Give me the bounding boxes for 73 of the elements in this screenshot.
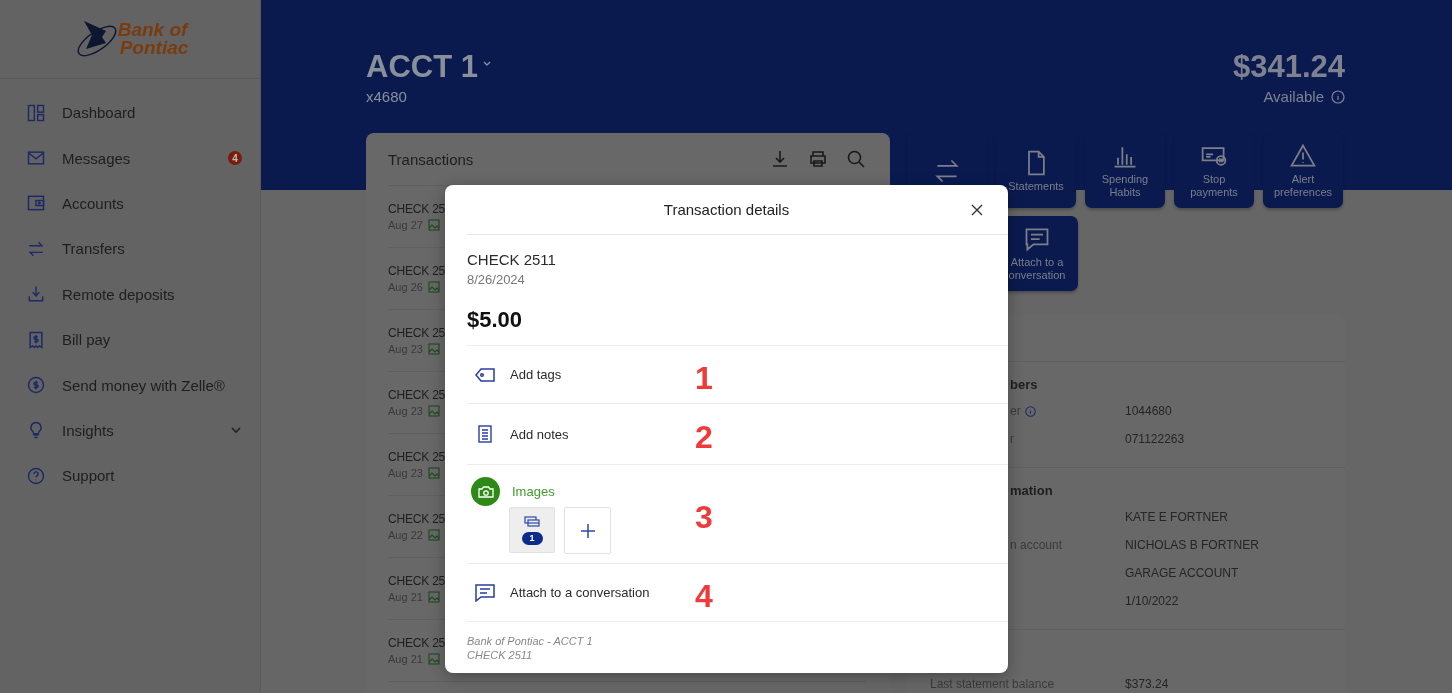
search-icon[interactable] [846, 149, 866, 169]
transaction-description[interactable]: CHECK 25 [388, 574, 446, 588]
account-number: x4680 [366, 88, 408, 105]
annotation-number: 3 [695, 500, 713, 535]
sidebar-item[interactable]: Bill pay [0, 316, 260, 363]
sidebar-item[interactable]: Send money with Zelle® [0, 362, 260, 408]
chat-icon [474, 583, 496, 602]
transaction-description[interactable]: CHECK 25 [388, 202, 446, 216]
footer-text: CHECK 2511 [467, 648, 533, 662]
sidebar-item[interactable]: Transfers [0, 226, 260, 272]
count-badge: 4 [228, 151, 242, 166]
spending-action-button[interactable]: Spending Habits [1085, 133, 1165, 208]
stacked-cards-icon [524, 515, 540, 528]
transaction-description[interactable]: CHECK 25 [388, 326, 446, 340]
transaction-description[interactable]: CHECK 25 [388, 388, 446, 402]
info-icon[interactable] [1331, 89, 1345, 104]
download-icon[interactable] [770, 149, 790, 169]
account-name[interactable]: ACCT 1 [366, 50, 478, 84]
dollar-circle-icon [26, 375, 46, 396]
annotation-number: 4 [695, 578, 713, 613]
dashboard-icon [26, 102, 46, 123]
balance-label: Available [1263, 88, 1324, 105]
receipt-icon [26, 329, 46, 350]
field-value: NICHOLAS B FORTNER [1125, 538, 1259, 552]
alert-action-button[interactable]: Alert preferences [1263, 133, 1343, 208]
document-icon [478, 425, 492, 443]
logo-text: Pontiac [119, 39, 189, 57]
transaction-description[interactable]: CHECK 25 [388, 264, 446, 278]
statements-action-button[interactable]: Statements [996, 133, 1076, 208]
check-image-thumbnail[interactable]: 1 [509, 507, 555, 553]
help-icon [26, 465, 46, 486]
sidebar-item[interactable]: Remote deposits [0, 271, 260, 317]
add-notes-button[interactable]: Add notes [467, 425, 569, 443]
sidebar-item[interactable]: Messages 4 [0, 135, 260, 181]
field-value: 1044680 [1125, 404, 1172, 418]
sidebar-item[interactable]: Support [0, 453, 260, 499]
section-heading: bers [1009, 377, 1038, 392]
transaction-description[interactable]: CHECK 25 [388, 512, 446, 526]
images-label[interactable]: Images [512, 484, 555, 499]
logo-text: Bank of [117, 21, 189, 39]
transaction-description: CHECK 2511 [467, 251, 556, 268]
field-value: 1/10/2022 [1125, 594, 1179, 608]
balance-amount: $341.24 [1232, 50, 1345, 84]
info-icon[interactable] [1024, 405, 1036, 417]
field-value: KATE E FORTNER [1125, 510, 1228, 524]
close-icon [971, 204, 983, 216]
add-image-button[interactable] [564, 507, 611, 554]
count-badge: 1 [521, 531, 543, 545]
card-title: Transactions [388, 150, 474, 168]
transaction-date: 8/26/2024 [467, 272, 525, 287]
attach-conversation-button[interactable]: Attach to a conversation [467, 583, 650, 602]
print-icon[interactable] [808, 149, 828, 169]
annotation-number: 1 [695, 360, 713, 395]
plus-icon [579, 522, 596, 539]
caret-icon[interactable] [481, 60, 492, 68]
warning-icon [1289, 142, 1317, 170]
transaction-description[interactable]: CHECK 25 [388, 450, 446, 464]
sidebar-item[interactable]: Insights [0, 407, 260, 454]
add-tags-button[interactable]: Add tags [467, 367, 562, 382]
dialog-title: Transaction details [663, 201, 790, 218]
field-value: $373.24 [1125, 677, 1169, 691]
annotation-number: 2 [695, 420, 713, 455]
section-heading: mation [1009, 483, 1053, 498]
tag-icon [474, 367, 496, 382]
stop-action-button[interactable]: Stop payments [1174, 133, 1254, 208]
field-value: 071122263 [1125, 432, 1185, 446]
footer-text: Bank of Pontiac - ACCT 1 [467, 634, 593, 648]
camera-icon [471, 477, 500, 506]
transaction-description[interactable]: CHECK 25 [388, 636, 446, 650]
field-value: GARAGE ACCOUNT [1125, 566, 1239, 580]
sidebar-item[interactable]: Dashboard [0, 90, 260, 136]
transaction-amount: $5.00 [467, 307, 523, 333]
sidebar-item[interactable]: Accounts [0, 180, 260, 227]
